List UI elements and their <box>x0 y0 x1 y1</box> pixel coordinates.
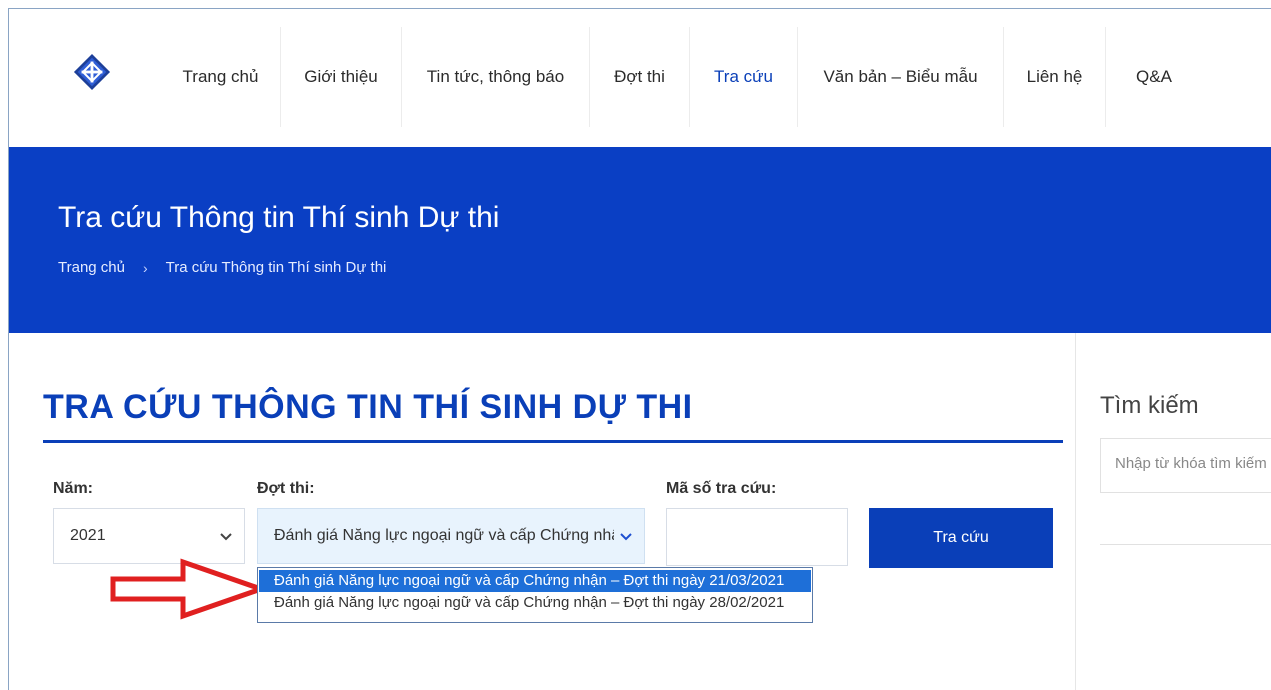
year-label: Năm: <box>53 480 94 497</box>
banner-title: Tra cứu Thông tin Thí sinh Dự thi <box>58 201 500 234</box>
exam-label: Đợt thi: <box>257 480 315 497</box>
lookup-form-section: TRA CỨU THÔNG TIN THÍ SINH DỰ THI Năm: 2… <box>9 333 1075 690</box>
breadcrumb: Trang chủ › Tra cứu Thông tin Thí sinh D… <box>58 259 386 276</box>
chevron-down-icon <box>220 533 232 541</box>
year-select-value: 2021 <box>70 527 106 544</box>
sidebar: Tìm kiếm Nhập từ khóa tìm kiếm <box>1075 333 1271 690</box>
nav-item-news[interactable]: Tin tức, thông báo <box>402 27 590 127</box>
page-banner: Tra cứu Thông tin Thí sinh Dự thi Trang … <box>9 147 1271 333</box>
logo-diamond-icon[interactable] <box>73 53 111 91</box>
browser-page: Trang chủ Giới thiệu Tin tức, thông báo … <box>8 8 1271 690</box>
breadcrumb-home-link[interactable]: Trang chủ <box>58 259 125 276</box>
sidebar-search-input[interactable]: Nhập từ khóa tìm kiếm <box>1100 438 1271 493</box>
nav-item-home[interactable]: Trang chủ <box>161 27 281 127</box>
red-arrow-annotation <box>110 558 269 620</box>
dropdown-option[interactable]: Đánh giá Năng lực ngoại ngữ và cấp Chứng… <box>259 592 811 614</box>
nav-item-lookup[interactable]: Tra cứu <box>690 27 798 127</box>
dropdown-option[interactable]: Đánh giá Năng lực ngoại ngữ và cấp Chứng… <box>259 570 811 592</box>
nav-item-contact[interactable]: Liên hệ <box>1004 27 1106 127</box>
exam-dropdown-list: Đánh giá Năng lực ngoại ngữ và cấp Chứng… <box>257 567 813 623</box>
nav-item-about[interactable]: Giới thiệu <box>281 27 402 127</box>
exam-select-value: Đánh giá Năng lực ngoại ngữ và cấp Chứng… <box>274 527 614 544</box>
chevron-down-icon <box>620 533 632 541</box>
exam-select[interactable]: Đánh giá Năng lực ngoại ngữ và cấp Chứng… <box>257 508 645 564</box>
breadcrumb-current: Tra cứu Thông tin Thí sinh Dự thi <box>165 259 387 276</box>
nav-item-exams[interactable]: Đợt thi <box>590 27 690 127</box>
lookup-button[interactable]: Tra cứu <box>869 508 1053 568</box>
lookup-code-input[interactable] <box>666 508 848 566</box>
nav-item-qa[interactable]: Q&A <box>1106 27 1202 127</box>
top-navigation: Trang chủ Giới thiệu Tin tức, thông báo … <box>9 9 1271 147</box>
heading-underline <box>43 440 1063 443</box>
breadcrumb-separator: › <box>142 259 148 276</box>
year-select[interactable]: 2021 <box>53 508 245 564</box>
sidebar-search-title: Tìm kiếm <box>1100 392 1199 419</box>
page-heading: TRA CỨU THÔNG TIN THÍ SINH DỰ THI <box>43 388 693 426</box>
sidebar-divider <box>1100 544 1271 545</box>
nav-item-documents[interactable]: Văn bản – Biểu mẫu <box>798 27 1004 127</box>
lookup-code-label: Mã số tra cứu: <box>666 480 777 497</box>
